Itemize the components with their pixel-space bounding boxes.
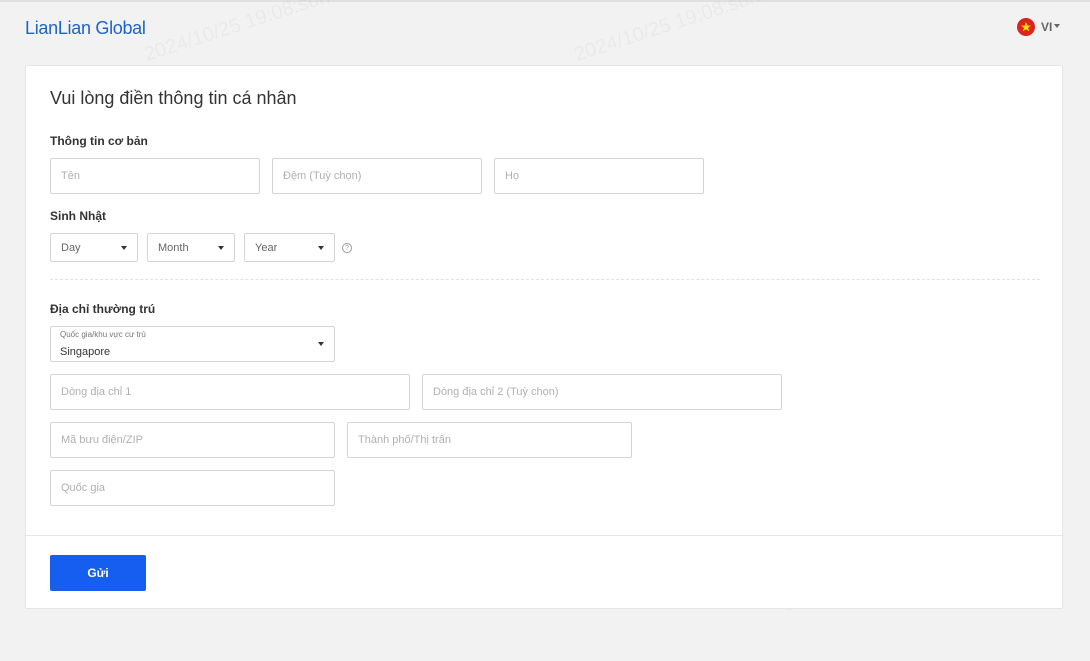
address-line2-placeholder: Dòng địa chỉ 2 (Tuỳ chọn) xyxy=(433,386,559,398)
residence-country-select[interactable]: Quốc gia/khu vực cư trú Singapore xyxy=(50,326,335,362)
zip-placeholder: Mã bưu điện/ZIP xyxy=(61,434,143,446)
section-divider xyxy=(50,279,1040,280)
city-placeholder: Thành phố/Thị trấn xyxy=(358,434,451,446)
submit-button[interactable]: Gửi xyxy=(50,555,146,591)
birthday-heading: Sinh Nhật xyxy=(50,209,106,223)
city-input[interactable]: Thành phố/Thị trấn xyxy=(347,422,632,458)
personal-info-form: Vui lòng điền thông tin cá nhân Thông ti… xyxy=(25,65,1063,609)
country-input[interactable]: Quốc gia xyxy=(50,470,335,506)
page-title: Vui lòng điền thông tin cá nhân xyxy=(50,88,297,108)
country-placeholder: Quốc gia xyxy=(61,482,106,494)
footer-divider xyxy=(26,535,1062,536)
caret-down-icon xyxy=(218,245,224,250)
basic-info-heading: Thông tin cơ bản xyxy=(50,134,148,148)
year-select-value: Year xyxy=(255,241,278,254)
last-name-input[interactable]: Họ xyxy=(494,158,704,194)
first-name-input[interactable]: Tên xyxy=(50,158,260,194)
middle-name-placeholder: Đệm (Tuỳ chọn) xyxy=(283,170,362,182)
language-label: VI xyxy=(1041,20,1053,34)
day-select-value: Day xyxy=(61,241,81,254)
residence-country-value: Singapore xyxy=(60,346,111,358)
first-name-placeholder: Tên xyxy=(61,170,80,182)
vietnam-flag-icon xyxy=(1017,18,1035,36)
language-switcher[interactable]: VI xyxy=(1017,18,1061,36)
address-line2-input[interactable]: Dòng địa chỉ 2 (Tuỳ chọn) xyxy=(422,374,782,410)
address-heading: Địa chỉ thường trú xyxy=(50,302,156,316)
caret-down-icon xyxy=(121,245,127,250)
caret-down-icon xyxy=(318,245,324,250)
middle-name-input[interactable]: Đệm (Tuỳ chọn) xyxy=(272,158,482,194)
top-bar: LianLian Global VI xyxy=(0,2,1090,64)
lianlian-logo[interactable]: LianLian Global xyxy=(25,18,146,39)
month-select[interactable]: Month xyxy=(147,233,235,262)
last-name-placeholder: Họ xyxy=(505,170,520,182)
day-select[interactable]: Day xyxy=(50,233,138,262)
zip-input[interactable]: Mã bưu điện/ZIP xyxy=(50,422,335,458)
address-line1-input[interactable]: Dòng địa chỉ 1 xyxy=(50,374,410,410)
caret-down-icon xyxy=(318,342,324,346)
residence-country-label: Quốc gia/khu vực cư trú xyxy=(60,330,146,339)
help-icon[interactable]: ? xyxy=(342,243,352,253)
caret-down-icon xyxy=(1054,24,1061,28)
address-line1-placeholder: Dòng địa chỉ 1 xyxy=(61,386,132,398)
month-select-value: Month xyxy=(158,241,189,254)
year-select[interactable]: Year xyxy=(244,233,335,262)
